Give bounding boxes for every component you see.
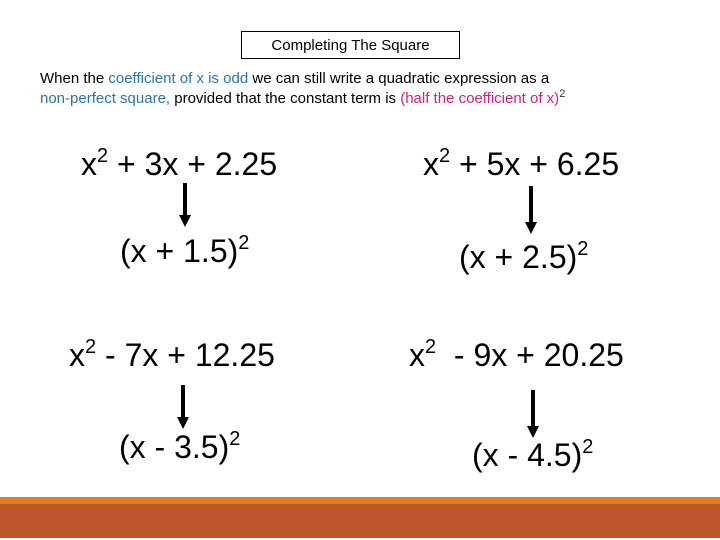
expr-exponent: 2 [439, 145, 451, 167]
down-arrow-icon [179, 183, 191, 227]
expr-exponent: 2 [238, 232, 250, 254]
down-arrow-icon [527, 390, 539, 438]
expr-base: x [409, 337, 425, 373]
perfect-square-expression: (x + 2.5)2 [459, 239, 588, 275]
footer-accent-stripe [0, 497, 720, 504]
expr-rest: - 7x + 12.25 [96, 337, 275, 373]
expr-exponent: 2 [85, 336, 97, 358]
highlight-coefficient-odd: coefficient of x is odd [108, 70, 249, 87]
expr-base: x [423, 146, 439, 182]
expr-exponent: 2 [229, 428, 241, 450]
intro-line-2: non-perfect square, provided that the co… [40, 89, 720, 109]
intro-line-1: When the coefficient of x is odd we can … [40, 69, 720, 89]
quadratic-expression: x2 - 9x + 20.25 [409, 337, 624, 373]
expr-exponent: 2 [582, 436, 594, 458]
down-arrow-icon [177, 385, 189, 429]
intro-text-segment: we can still write a quadratic expressio… [248, 70, 550, 87]
quadratic-expression: x2 + 3x + 2.25 [81, 146, 277, 182]
highlight-non-perfect-square: non-perfect square, [40, 90, 171, 107]
down-arrow-icon [525, 186, 537, 234]
expr-base: (x + 2.5) [459, 239, 578, 275]
expr-base: x [69, 337, 85, 373]
expr-base: x [81, 146, 97, 182]
superscript-two: 2 [559, 88, 566, 100]
quadratic-expression: x2 - 7x + 12.25 [69, 337, 275, 373]
quadratic-expression: x2 + 5x + 6.25 [423, 146, 619, 182]
intro-text-segment: provided that the constant term is [170, 90, 401, 107]
expr-base: (x - 3.5) [119, 429, 230, 465]
slide-title-text: Completing The Square [271, 36, 430, 54]
expr-exponent: 2 [425, 336, 437, 358]
highlight-half-coefficient: (half the coefficient of x) [400, 90, 560, 107]
expr-rest: - 9x + 20.25 [436, 337, 624, 373]
intro-text-segment: When the [40, 70, 109, 87]
perfect-square-expression: (x - 3.5)2 [119, 429, 240, 465]
intro-text: When the coefficient of x is odd we can … [40, 69, 720, 109]
expr-rest: + 3x + 2.25 [108, 146, 278, 182]
perfect-square-expression: (x - 4.5)2 [472, 437, 593, 473]
expr-rest: + 5x + 6.25 [450, 146, 620, 182]
expr-base: (x - 4.5) [472, 437, 583, 473]
slide-title: Completing The Square [241, 31, 460, 59]
footer-bar [0, 504, 720, 538]
expr-exponent: 2 [97, 145, 109, 167]
expr-exponent: 2 [577, 238, 589, 260]
perfect-square-expression: (x + 1.5)2 [120, 233, 249, 269]
expr-base: (x + 1.5) [120, 233, 239, 269]
